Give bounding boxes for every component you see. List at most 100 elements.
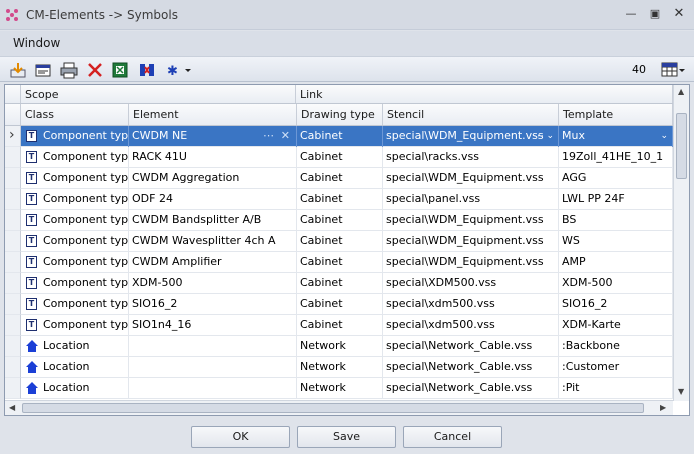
row-selector[interactable] (5, 273, 21, 294)
cell-element[interactable]: ODF 24 (129, 189, 297, 210)
table-row[interactable]: Location Network special\Network_Cable.vss… (21, 357, 673, 378)
cell-stencil[interactable]: special\xdm500.vss (383, 315, 559, 336)
row-selector[interactable] (5, 357, 21, 378)
cell-drawing-type[interactable]: Cabinet (297, 252, 383, 273)
cell-template[interactable]: :Pit (559, 378, 673, 399)
cell-element[interactable]: CWDM Bandsplitter A/B (129, 210, 297, 231)
cell-element[interactable]: SIO1n4_16 (129, 315, 297, 336)
column-header-class[interactable]: Class (21, 104, 129, 125)
cell-class[interactable]: T Component type (21, 168, 129, 189)
cell-stencil[interactable]: special\WDM_Equipment.vss (383, 210, 559, 231)
cell-drawing-type[interactable]: Cabinet (297, 231, 383, 252)
cell-class[interactable]: Location (21, 336, 129, 357)
cell-template[interactable]: :Backbone (559, 336, 673, 357)
table-row[interactable]: T Component type RACK 41U Cabinet special\ra… (21, 147, 673, 168)
scroll-right-arrow[interactable]: ▶ (660, 403, 666, 412)
print-icon[interactable] (60, 61, 78, 79)
cell-stencil[interactable]: special\Network_Cable.vss (383, 357, 559, 378)
export-excel-icon[interactable] (111, 61, 129, 79)
menu-window[interactable]: Window (13, 36, 60, 50)
scroll-down-arrow[interactable]: ▼ (678, 387, 684, 396)
horizontal-scroll-thumb[interactable] (22, 403, 644, 413)
delete-icon[interactable] (86, 61, 104, 79)
column-header-drawing-type[interactable]: Drawing type (297, 104, 383, 125)
chevron-down-icon[interactable]: ⌄ (660, 126, 668, 146)
table-row[interactable]: T Component type CWDM Wavesplitter 4ch A Ca… (21, 231, 673, 252)
cell-template[interactable]: LWL PP 24F (559, 189, 673, 210)
row-selector[interactable] (5, 252, 21, 273)
cell-drawing-type[interactable]: Cabinet (297, 210, 383, 231)
vertical-scroll-thumb[interactable] (676, 113, 687, 179)
cell-stencil[interactable]: special\racks.vss (383, 147, 559, 168)
clear-icon[interactable]: ✕ (281, 126, 290, 146)
row-selector[interactable] (5, 378, 21, 399)
cell-class[interactable]: T Component type (21, 315, 129, 336)
cell-class[interactable]: Location (21, 378, 129, 399)
group-header-scope[interactable]: Scope (21, 85, 296, 103)
scroll-up-arrow[interactable]: ▲ (678, 87, 684, 96)
table-row[interactable]: T Component type CWDM Amplifier Cabinet spec… (21, 252, 673, 273)
link-icon[interactable] (138, 61, 156, 79)
table-row[interactable]: T Component type ODF 24 Cabinet special\pane… (21, 189, 673, 210)
cell-drawing-type[interactable]: Network (297, 357, 383, 378)
row-selector[interactable] (5, 231, 21, 252)
cell-stencil[interactable]: special\XDM500.vss (383, 273, 559, 294)
cell-drawing-type[interactable]: Cabinet (297, 315, 383, 336)
symbols-grid[interactable]: Scope Link Class Element Drawing type St… (4, 84, 690, 416)
table-row[interactable]: Location Network special\Network_Cable.vss… (21, 378, 673, 399)
cell-drawing-type[interactable]: Cabinet (297, 147, 383, 168)
row-selector[interactable] (5, 294, 21, 315)
cell-template[interactable]: AMP (559, 252, 673, 273)
cell-element[interactable]: SIO16_2 (129, 294, 297, 315)
table-row[interactable]: T Component type CWDM Bandsplitter A/B Cabi… (21, 210, 673, 231)
cell-drawing-type[interactable]: Cabinet (297, 294, 383, 315)
cell-class[interactable]: T Component type (21, 189, 129, 210)
cell-template[interactable]: AGG (559, 168, 673, 189)
cell-template[interactable]: Mux ⌄ (559, 126, 673, 147)
chevron-down-icon[interactable]: ⌄ (546, 126, 554, 146)
row-selector[interactable]: › (5, 126, 21, 147)
cell-element[interactable] (129, 336, 297, 357)
grid-layout-icon[interactable] (660, 61, 686, 79)
row-selector[interactable] (5, 210, 21, 231)
cell-element[interactable]: CWDM Amplifier (129, 252, 297, 273)
cell-stencil[interactable]: special\WDM_Equipment.vss (383, 231, 559, 252)
browse-ellipsis-icon[interactable]: ⋯ (263, 126, 274, 146)
cell-element[interactable] (129, 357, 297, 378)
save-button[interactable]: Save (297, 426, 396, 448)
close-button[interactable]: ✕ (672, 7, 686, 21)
cell-template[interactable]: XDM-Karte (559, 315, 673, 336)
table-row[interactable]: T Component type XDM-500 Cabinet special\XDM… (21, 273, 673, 294)
cell-element[interactable]: CWDM NE ⋯ ✕ (129, 126, 297, 147)
cell-class[interactable]: T Component type (21, 210, 129, 231)
settings-dropdown-icon[interactable]: ✱ (165, 61, 193, 79)
cell-element[interactable]: CWDM Aggregation (129, 168, 297, 189)
cell-class[interactable]: T Component type (21, 294, 129, 315)
table-row[interactable]: T Component type SIO1n4_16 Cabinet special\x… (21, 315, 673, 336)
cell-template[interactable]: BS (559, 210, 673, 231)
cell-template[interactable]: :Customer (559, 357, 673, 378)
vertical-scrollbar[interactable]: ▲ ▼ (673, 85, 689, 401)
cell-drawing-type[interactable]: Network (297, 378, 383, 399)
cell-class[interactable]: T Component type (21, 273, 129, 294)
column-header-template[interactable]: Template (559, 104, 673, 125)
cell-element[interactable]: XDM-500 (129, 273, 297, 294)
column-header-stencil[interactable]: Stencil (383, 104, 559, 125)
cell-stencil[interactable]: special\Network_Cable.vss (383, 378, 559, 399)
browse-ellipsis-icon[interactable]: ⋯ (533, 126, 544, 146)
row-selector[interactable] (5, 315, 21, 336)
cell-class[interactable]: T Component type (21, 147, 129, 168)
maximize-button[interactable]: ▣ (648, 7, 662, 21)
row-selector[interactable] (5, 336, 21, 357)
cell-class[interactable]: T Component type (21, 252, 129, 273)
cell-element[interactable]: CWDM Wavesplitter 4ch A (129, 231, 297, 252)
cancel-button[interactable]: Cancel (403, 426, 502, 448)
cell-drawing-type[interactable]: Cabinet (297, 273, 383, 294)
cell-template[interactable]: XDM-500 (559, 273, 673, 294)
table-row[interactable]: Location Network special\Network_Cable.vss… (21, 336, 673, 357)
cell-class[interactable]: Location (21, 357, 129, 378)
scroll-left-arrow[interactable]: ◀ (9, 403, 15, 412)
cell-stencil[interactable]: special\xdm500.vss (383, 294, 559, 315)
cell-stencil[interactable]: special\WDM_Equipment.vss ⋯ ⌄ (383, 126, 559, 147)
cell-stencil[interactable]: special\WDM_Equipment.vss (383, 168, 559, 189)
